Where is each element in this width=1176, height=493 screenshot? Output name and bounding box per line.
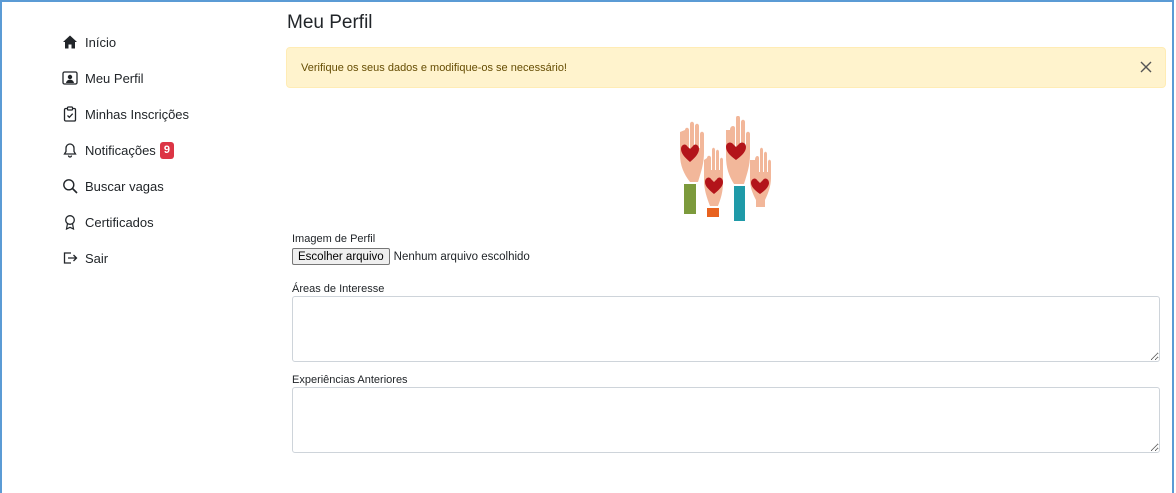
close-icon[interactable] [1139,60,1153,74]
sidebar-item-meu-perfil[interactable]: Meu Perfil [62,60,262,96]
raised-hands-hearts-illustration [676,115,776,222]
experiences-label: Experiências Anteriores [292,374,408,386]
sidebar-item-label: Buscar vagas [85,178,164,194]
sidebar-item-label: Meu Perfil [85,70,144,86]
sidebar-item-minhas-inscricoes[interactable]: Minhas Inscrições [62,96,262,132]
clipboard-check-icon [62,106,78,122]
notification-count-badge: 9 [159,141,174,159]
home-icon [62,34,78,50]
sidebar-item-label: Certificados [85,214,154,230]
profile-image-label: Imagem de Perfil [292,233,376,245]
sidebar-item-label: Início [85,34,117,50]
sidebar-item-certificados[interactable]: Certificados [62,204,262,240]
sidebar: Início Meu Perfil Minhas Inscrições Noti… [62,24,262,276]
page-title: Meu Perfil [287,12,373,33]
sidebar-item-label: Notificações [85,142,156,158]
sidebar-item-label: Sair [85,250,109,266]
warning-alert: Verifique os seus dados e modifique-os s… [286,47,1166,88]
profile-card-icon [62,70,78,86]
logout-icon [62,250,78,266]
file-status-text: Nenhum arquivo escolhido [393,250,530,263]
award-icon [62,214,78,230]
search-icon [62,178,78,194]
choose-file-button[interactable]: Escolher arquivo [292,248,390,265]
sidebar-item-notificacoes[interactable]: Notificações 9 [62,132,262,168]
sidebar-item-buscar-vagas[interactable]: Buscar vagas [62,168,262,204]
experiences-textarea[interactable] [292,387,1160,453]
interests-label: Áreas de Interesse [292,283,385,295]
sidebar-item-inicio[interactable]: Início [62,24,262,60]
bell-icon [62,142,78,158]
sidebar-item-sair[interactable]: Sair [62,240,262,276]
interests-textarea[interactable] [292,296,1160,362]
alert-message: Verifique os seus dados e modifique-os s… [301,62,567,74]
profile-image-file-input: Escolher arquivo Nenhum arquivo escolhid… [292,248,530,265]
sidebar-item-label: Minhas Inscrições [85,106,190,122]
